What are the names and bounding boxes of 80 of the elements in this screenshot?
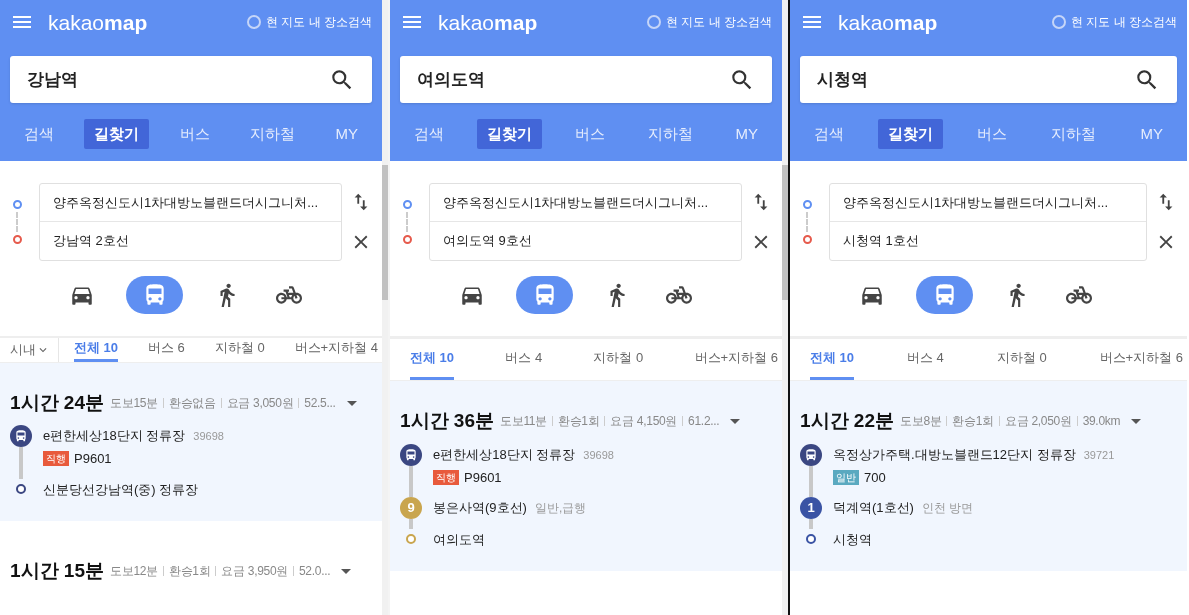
stop-code: 39698 xyxy=(193,429,224,444)
logo: kakaomap xyxy=(48,11,148,33)
route-detail: 요금 4,150원 xyxy=(610,413,678,431)
logo: kakaomap xyxy=(438,11,538,33)
bus-type-tag: 직행 xyxy=(43,451,69,467)
bus-type-tag: 직행 xyxy=(433,469,459,485)
result-tab[interactable]: 지하철 0 xyxy=(593,339,644,380)
route-detail: 요금 2,050원 xyxy=(1004,413,1072,431)
scrollbar-thumb[interactable] xyxy=(782,165,788,300)
result-tab[interactable]: 지하철 0 xyxy=(996,339,1047,380)
stop-name: 신분당선강남역(중) 정류장 xyxy=(43,480,199,499)
route-detail: 환승없음 xyxy=(168,394,216,412)
route-detail: 52.0... xyxy=(299,562,331,580)
route-detail: 도보8분 xyxy=(900,413,942,431)
stop-name: 덕계역(1호선) xyxy=(833,499,914,517)
stop-name: 봉은사역(9호선) xyxy=(433,499,527,517)
radio-button[interactable] xyxy=(1052,15,1066,29)
result-tab[interactable]: 버스+지하철 6 xyxy=(1099,339,1183,380)
travel-time: 1시간 24분 xyxy=(10,390,104,415)
origin-marker xyxy=(12,200,22,209)
route-detail: 환승1회 xyxy=(952,413,994,431)
destination-field[interactable]: 여의도역 9호선 xyxy=(430,222,741,260)
stop-name: e편한세상18단지 정류장 xyxy=(43,427,186,445)
stop-code: 39721 xyxy=(1083,447,1115,463)
stop-name: 여의도역 xyxy=(433,531,485,549)
direction-note: 일반,급행 xyxy=(534,500,587,517)
bus-type-tag: 일반 xyxy=(833,469,859,485)
route-detail: 61.2... xyxy=(688,413,720,431)
map-search-label: 현 지도 내 장소검색 xyxy=(666,14,772,31)
destination-marker xyxy=(802,235,812,244)
route-detail: 도보15분 xyxy=(110,394,158,412)
destination-marker xyxy=(402,235,412,244)
scrollbar[interactable] xyxy=(782,0,788,615)
search-field[interactable]: 여의도역 xyxy=(400,56,772,103)
result-tab[interactable]: 버스 4 xyxy=(907,339,944,380)
travel-time: 1시간 15분 xyxy=(10,558,104,583)
route-detail: 요금 3,950원 xyxy=(221,562,288,580)
travel-time: 1시간 36분 xyxy=(400,409,494,433)
travel-time: 1시간 22분 xyxy=(800,409,894,433)
scrollbar-thumb[interactable] xyxy=(382,165,388,300)
stop-code: 39698 xyxy=(583,447,614,463)
radio-button[interactable] xyxy=(247,15,261,29)
stop-name: e편한세상18단지 정류장 xyxy=(433,445,576,464)
search-field[interactable]: 강남역 xyxy=(10,56,372,103)
destination-field[interactable]: 시청역 1호선 xyxy=(830,222,1146,260)
route-detail: 환승1회 xyxy=(168,562,211,580)
nav-tab[interactable]: 길찾기 xyxy=(878,119,944,149)
nav-tab[interactable]: 길찾기 xyxy=(84,119,150,149)
result-tab[interactable]: 버스+지하철 4 xyxy=(294,337,378,362)
direction-note: 인천 방면 xyxy=(921,500,974,517)
origin-field[interactable]: 양주옥정신도시1차대방노블랜드더시그니처... xyxy=(430,184,741,222)
nav-tab[interactable]: 길찾기 xyxy=(476,119,542,149)
stop-name: 옥정상가주택.대방노블랜드12단지 정류장 xyxy=(833,445,1076,464)
bus-number: 700 xyxy=(864,468,886,487)
region-dropdown[interactable]: 시내 xyxy=(0,337,59,362)
map-search-label: 현 지도 내 장소검색 xyxy=(1071,14,1177,31)
origin-field[interactable]: 양주옥정신도시1차대방노블랜드더시그니처... xyxy=(830,184,1146,222)
origin-field[interactable]: 양주옥정신도시1차대방노블랜드더시그니처... xyxy=(40,184,341,222)
radio-button[interactable] xyxy=(647,15,661,29)
route-detail: 도보12분 xyxy=(110,562,158,580)
route-detail: 52.5... xyxy=(304,394,336,412)
destination-marker xyxy=(12,235,22,244)
bus-number: P9601 xyxy=(74,450,112,468)
destination-field[interactable]: 강남역 2호선 xyxy=(40,222,341,260)
search-field[interactable]: 시청역 xyxy=(800,56,1177,103)
logo: kakaomap xyxy=(838,11,938,33)
scrollbar[interactable] xyxy=(382,0,388,615)
origin-marker xyxy=(402,200,412,209)
route-detail: 요금 3,050원 xyxy=(226,394,294,412)
result-tab[interactable]: 버스 6 xyxy=(148,337,185,362)
map-search-label: 현 지도 내 장소검색 xyxy=(266,14,372,31)
route-detail: 39.0km xyxy=(1082,413,1121,431)
stop-name: 시청역 xyxy=(833,531,872,549)
result-tab[interactable]: 버스+지하철 6 xyxy=(694,339,778,380)
route-detail: 도보11분 xyxy=(500,413,547,431)
result-tab[interactable]: 지하철 0 xyxy=(214,337,265,362)
bus-number: P9601 xyxy=(464,468,502,487)
result-tab[interactable]: 버스 4 xyxy=(505,339,543,380)
origin-marker xyxy=(802,200,812,209)
route-detail: 환승1회 xyxy=(557,413,600,431)
